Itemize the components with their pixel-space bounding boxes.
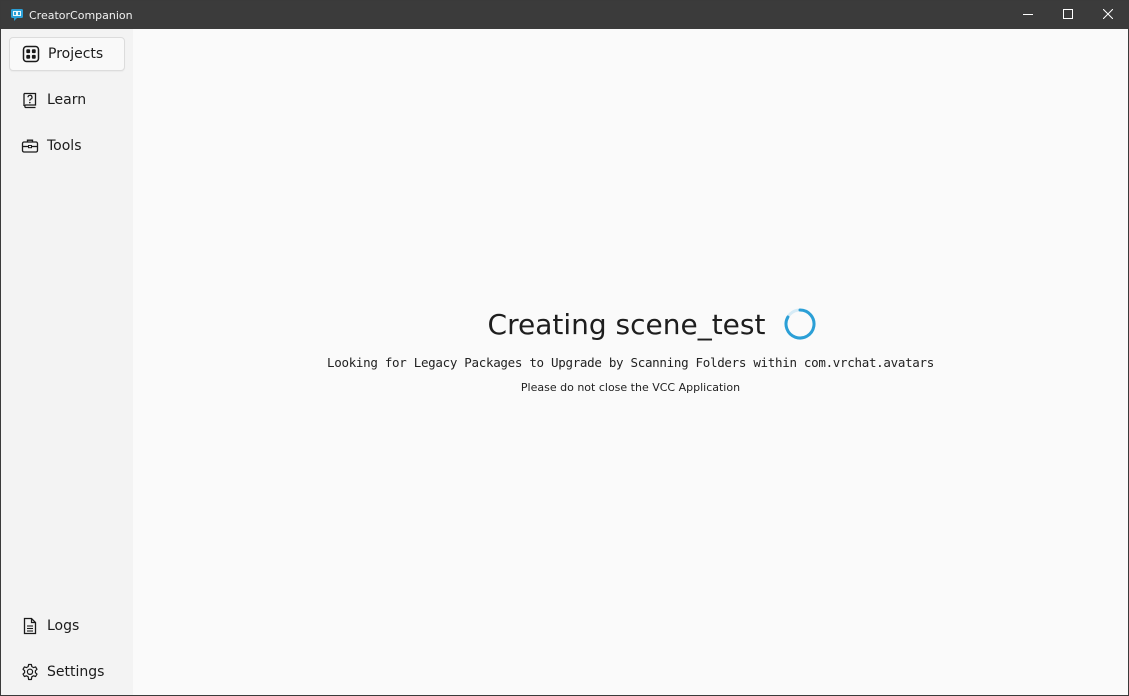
sidebar-item-label: Projects (48, 46, 104, 62)
app-window: CreatorCompanion Projects Learn Tools Lo… (0, 0, 1129, 696)
main-content: Creating scene_test Looking for Legacy P… (133, 29, 1128, 695)
maximize-button[interactable] (1048, 1, 1088, 29)
close-icon (1102, 6, 1114, 24)
window-controls (1008, 1, 1128, 29)
warning-text: Please do not close the VCC Application (520, 381, 741, 394)
minimize-icon (1023, 6, 1033, 24)
heading-row: Creating scene_test (488, 307, 818, 341)
page-title: Creating scene_test (487, 307, 766, 341)
document-icon (21, 617, 39, 635)
sidebar-item-label: Tools (47, 138, 82, 154)
sidebar-item-label: Logs (47, 618, 80, 634)
status-text: Looking for Legacy Packages to Upgrade b… (327, 355, 934, 370)
question-book-icon (21, 91, 39, 109)
sidebar-item-logs[interactable]: Logs (9, 609, 125, 643)
window-title: CreatorCompanion (29, 8, 133, 22)
sidebar-item-projects[interactable]: Projects (9, 37, 125, 71)
sidebar: Projects Learn Tools Logs Settings (1, 29, 133, 695)
progress-panel: Creating scene_test Looking for Legacy P… (133, 307, 1128, 395)
sidebar-item-learn[interactable]: Learn (9, 83, 125, 117)
toolbox-icon (21, 137, 39, 155)
title-bar[interactable]: CreatorCompanion (1, 1, 1128, 29)
app-logo-icon (10, 8, 24, 22)
sidebar-item-label: Learn (47, 92, 87, 108)
grid-icon (22, 45, 40, 63)
maximize-icon (1063, 6, 1073, 24)
minimize-button[interactable] (1008, 1, 1048, 29)
close-button[interactable] (1088, 1, 1128, 29)
sidebar-item-settings[interactable]: Settings (9, 655, 125, 689)
gear-icon (21, 663, 39, 681)
sidebar-item-label: Settings (47, 664, 105, 680)
loading-spinner-icon (783, 307, 817, 341)
sidebar-item-tools[interactable]: Tools (9, 129, 125, 163)
